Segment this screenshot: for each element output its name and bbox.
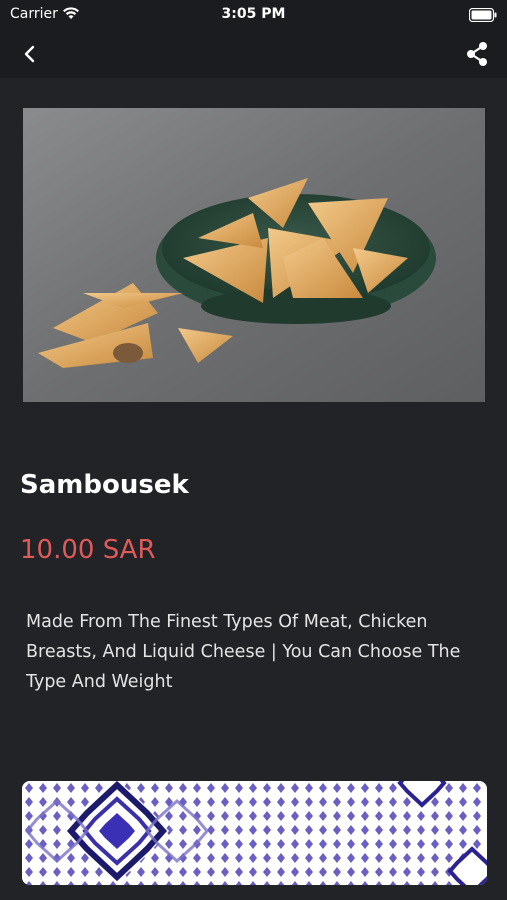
- battery-icon: [468, 7, 497, 26]
- share-button[interactable]: [461, 38, 493, 70]
- product-description: Made From The Finest Types Of Meat, Chic…: [26, 612, 461, 692]
- back-button[interactable]: [14, 38, 46, 70]
- status-bar: Carrier 3:05 PM: [0, 0, 507, 30]
- chevron-left-icon: [24, 45, 35, 63]
- decorative-banner[interactable]: [22, 781, 487, 885]
- clock: 3:05 PM: [221, 6, 286, 22]
- product-title: Sambousek: [20, 470, 189, 500]
- share-icon: [467, 42, 487, 66]
- product-image: [23, 108, 485, 402]
- navigation-bar: [0, 30, 507, 78]
- product-price: 10.00 SAR: [20, 535, 156, 565]
